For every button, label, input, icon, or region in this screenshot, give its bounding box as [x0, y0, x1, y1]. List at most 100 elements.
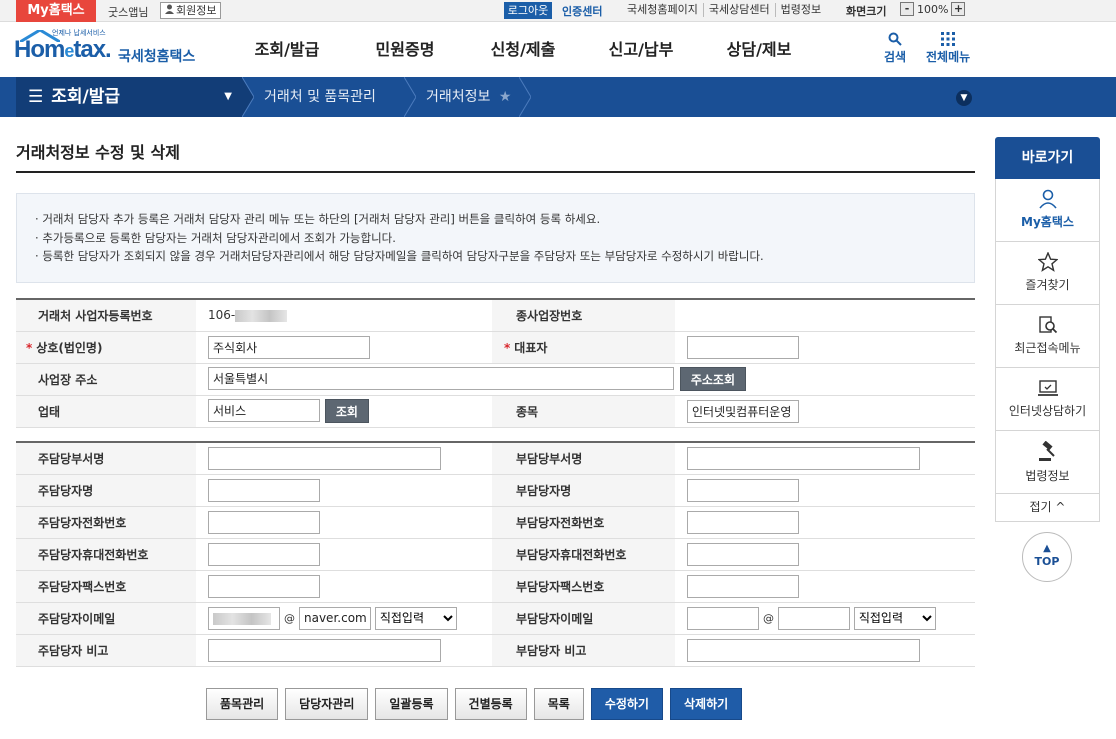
top-utility-bar: My홈택스 굿스앱님 회원정보 로그아웃 인증센터 국세청홈페이지 국세상담센터… — [0, 0, 1116, 22]
quick-consult-label: 인터넷상담하기 — [1008, 404, 1087, 418]
site-header: 언제나 납세서비스 Hometax. 국세청홈택스 조회/발급 민원증명 신청/… — [0, 22, 1116, 77]
notice-text: 추가등록으로 등록한 담당자는 거래처 담당자관리에서 조회가 가능합니다. — [42, 230, 396, 245]
sub-email-cell: @ 직접입력 — [675, 602, 975, 635]
notice-item: · 등록한 담당자가 조회되지 않을 경우 거래처담당자관리에서 해당 담당자메… — [35, 249, 764, 263]
quick-law-label: 법령정보 — [1025, 469, 1070, 483]
ceo-cell — [675, 331, 975, 364]
sub-name-cell — [675, 474, 975, 507]
chevron-separator-icon — [242, 77, 254, 117]
star-icon — [1037, 252, 1058, 272]
quick-fold-button[interactable]: 접기 ^ — [995, 494, 1100, 522]
nav-apply-submit[interactable]: 신청/제출 — [464, 22, 582, 77]
ceo-input[interactable] — [687, 335, 799, 359]
nav-report-pay[interactable]: 신고/납부 — [582, 22, 700, 77]
sub-phone-input[interactable] — [687, 510, 799, 534]
main-name-input[interactable] — [208, 478, 320, 502]
zoom-label: 화면크기 — [846, 5, 887, 18]
sub-note-input[interactable] — [687, 638, 920, 662]
masked-text — [213, 613, 271, 625]
main-fax-label: 주담당자팩스번호 — [16, 570, 196, 603]
sub-name-input[interactable] — [687, 478, 799, 502]
required-mark: * — [26, 340, 33, 355]
chevron-down-icon[interactable]: ▼ — [956, 90, 972, 106]
main-phone-cell — [196, 506, 492, 539]
biz-no-text: 106- — [208, 308, 236, 323]
zoom-control: - 100% + — [900, 2, 966, 16]
cert-center-link[interactable]: 인증센터 — [562, 3, 602, 19]
sub-mobile-cell — [675, 538, 975, 571]
main-dept-input[interactable] — [208, 446, 441, 470]
link-law-info[interactable]: 법령정보 — [774, 3, 826, 17]
biz-type-lookup-button[interactable]: 조회 — [324, 399, 369, 424]
hometax-logo[interactable]: 언제나 납세서비스 Hometax. 국세청홈택스 — [14, 28, 199, 70]
sub-fax-cell — [675, 570, 975, 603]
table-row: 거래처 사업자등록번호 106- 종사업장번호 — [16, 299, 975, 332]
edit-button[interactable]: 수정하기 — [590, 688, 663, 720]
sub-email-domain-input[interactable] — [778, 606, 850, 630]
sub-mobile-input[interactable] — [687, 542, 799, 566]
main-note-input[interactable] — [208, 638, 441, 662]
quick-my-hometax[interactable]: My홈택스 — [995, 179, 1100, 242]
company-name-label: 상호(법인명) — [36, 340, 103, 355]
manager-management-button[interactable]: 담당자관리 — [285, 688, 369, 720]
quick-law[interactable]: 법령정보 — [995, 431, 1100, 494]
action-buttons: 품목관리 담당자관리 일괄등록 건별등록 목록 수정하기 삭제하기 — [206, 688, 743, 720]
item-label: 종목 — [492, 395, 675, 428]
breadcrumb-current-label: 거래처정보 — [426, 89, 491, 105]
sub-biz-no-value — [675, 299, 975, 332]
quick-recent[interactable]: 최근접속메뉴 — [995, 305, 1100, 368]
all-menu-button[interactable]: 전체메뉴 — [926, 32, 970, 65]
address-input[interactable] — [208, 366, 674, 390]
main-email-id-input[interactable] — [208, 606, 280, 630]
quick-my-label: My홈택스 — [1021, 215, 1074, 229]
zoom-in-button[interactable]: + — [951, 2, 966, 16]
sub-fax-input[interactable] — [687, 574, 799, 598]
top-links: 국세청홈페이지 국세상담센터 법령정보 — [622, 3, 826, 17]
biz-type-input[interactable] — [208, 398, 320, 422]
single-register-button[interactable]: 건별등록 — [454, 688, 527, 720]
sub-email-id-input[interactable] — [687, 606, 759, 630]
company-name-cell — [196, 331, 492, 364]
quick-consult[interactable]: 인터넷상담하기 — [995, 368, 1100, 431]
company-name-input[interactable] — [208, 335, 370, 359]
my-hometax-tab[interactable]: My홈택스 — [16, 0, 96, 22]
item-input[interactable] — [687, 399, 799, 423]
biz-no-label: 거래처 사업자등록번호 — [16, 299, 196, 332]
address-search-button[interactable]: 주소조회 — [679, 367, 746, 392]
nav-consult[interactable]: 상담/제보 — [700, 22, 818, 77]
main-fax-cell — [196, 570, 492, 603]
main-email-domain-input[interactable] — [299, 606, 371, 630]
zoom-out-button[interactable]: - — [900, 2, 914, 16]
masked-text — [235, 309, 288, 322]
list-button[interactable]: 목록 — [533, 688, 584, 720]
main-fax-input[interactable] — [208, 574, 320, 598]
logout-button[interactable]: 로그아웃 — [504, 2, 552, 19]
nav-certificates[interactable]: 민원증명 — [346, 22, 464, 77]
delete-button[interactable]: 삭제하기 — [669, 688, 743, 720]
section-dropdown[interactable]: ☰ 조회/발급 ▼ — [16, 77, 242, 117]
link-nts-homepage[interactable]: 국세청홈페이지 — [622, 3, 703, 17]
member-info-button[interactable]: 회원정보 — [160, 2, 222, 19]
sub-email-domain-select[interactable]: 직접입력 — [853, 606, 936, 630]
page-title: 거래처정보 수정 및 삭제 — [16, 143, 180, 162]
search-button[interactable]: 검색 — [884, 32, 906, 65]
link-consult-center[interactable]: 국세상담센터 — [702, 3, 775, 17]
chevron-separator-icon — [519, 77, 531, 117]
breadcrumb-partner-info[interactable]: 거래처정보 ★ — [426, 77, 511, 117]
sub-dept-label: 부담당부서명 — [492, 442, 675, 475]
bulk-register-button[interactable]: 일괄등록 — [375, 688, 448, 720]
scroll-top-button[interactable]: ▲ TOP — [1022, 532, 1072, 582]
sub-dept-input[interactable] — [687, 446, 920, 470]
table-row: *상호(법인명) *대표자 — [16, 331, 975, 364]
item-management-button[interactable]: 품목관리 — [206, 688, 279, 720]
main-mobile-input[interactable] — [208, 542, 320, 566]
main-email-domain-select[interactable]: 직접입력 — [374, 606, 457, 630]
triangle-up-icon: ▲ — [1043, 543, 1051, 554]
breadcrumb-partner-items[interactable]: 거래처 및 품목관리 — [264, 77, 376, 117]
quick-menu-title: 바로가기 — [995, 137, 1100, 179]
quick-favorites[interactable]: 즐겨찾기 — [995, 242, 1100, 305]
main-email-label: 주담당자이메일 — [16, 602, 196, 635]
nav-inquiry-issue[interactable]: 조회/발급 — [228, 22, 346, 77]
main-phone-input[interactable] — [208, 510, 320, 534]
star-icon[interactable]: ★ — [499, 89, 512, 105]
